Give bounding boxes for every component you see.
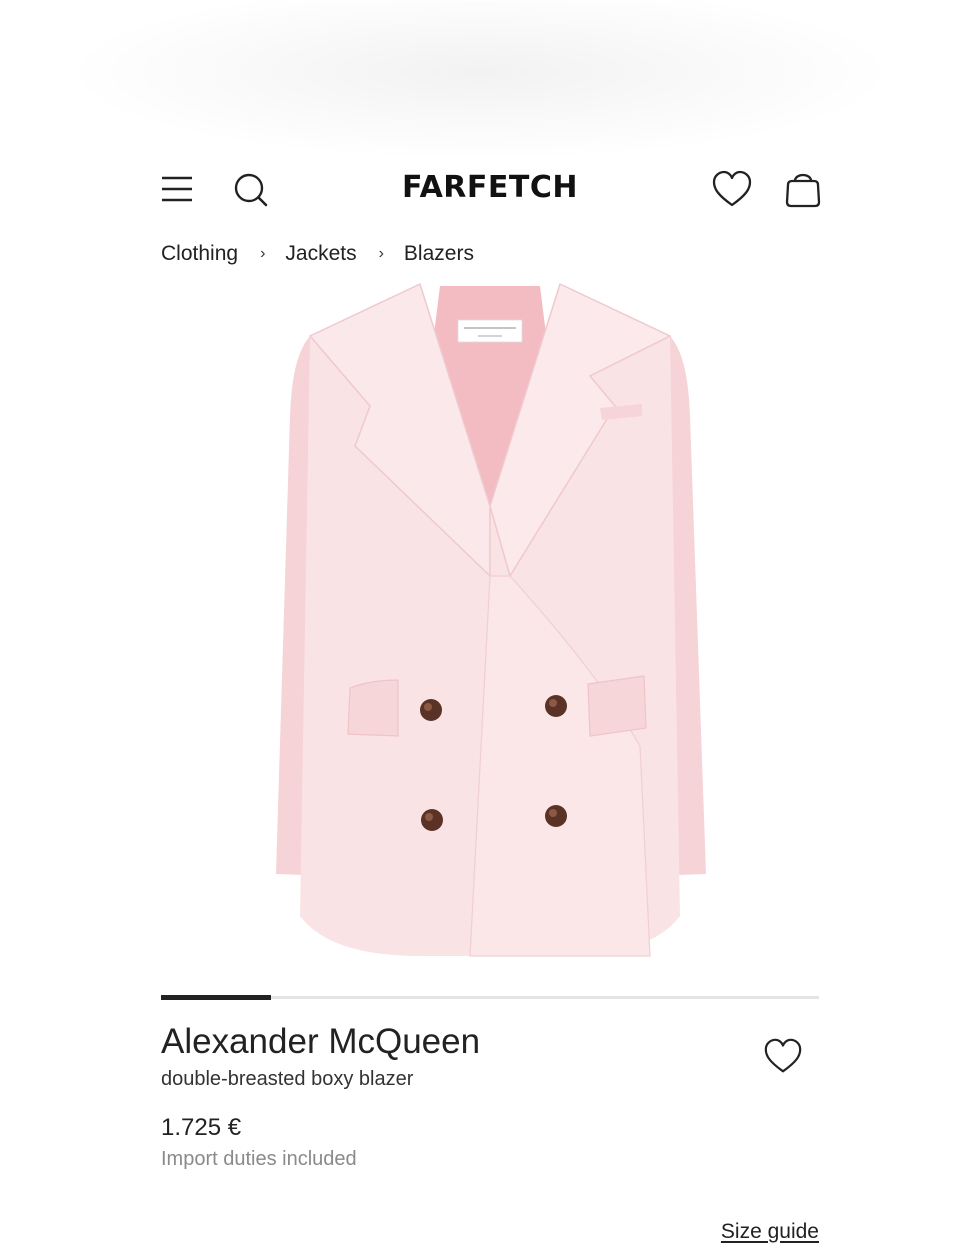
- brand-name[interactable]: Alexander McQueen: [161, 1022, 480, 1062]
- breadcrumb-jackets[interactable]: Jackets: [285, 242, 356, 266]
- wishlist-heart-icon[interactable]: [710, 168, 754, 212]
- add-to-wishlist-heart-icon[interactable]: [762, 1036, 804, 1078]
- top-navigation: FARFETCH: [160, 168, 821, 212]
- size-guide-link[interactable]: Size guide: [721, 1220, 819, 1244]
- chevron-right-icon: ›: [260, 245, 266, 262]
- top-blur: [60, 0, 900, 160]
- breadcrumb-blazers[interactable]: Blazers: [404, 242, 474, 266]
- import-duties-note: Import duties included: [161, 1148, 357, 1170]
- breadcrumb: Clothing › Jackets › Blazers: [161, 240, 474, 268]
- product-price: 1.725 €: [161, 1114, 242, 1141]
- gallery-progress-indicator: [161, 995, 271, 1000]
- shopping-bag-icon[interactable]: [782, 168, 826, 212]
- breadcrumb-clothing[interactable]: Clothing: [161, 242, 238, 266]
- product-image[interactable]: [270, 276, 710, 966]
- product-name: double-breasted boxy blazer: [161, 1068, 414, 1090]
- chevron-right-icon: ›: [378, 245, 384, 262]
